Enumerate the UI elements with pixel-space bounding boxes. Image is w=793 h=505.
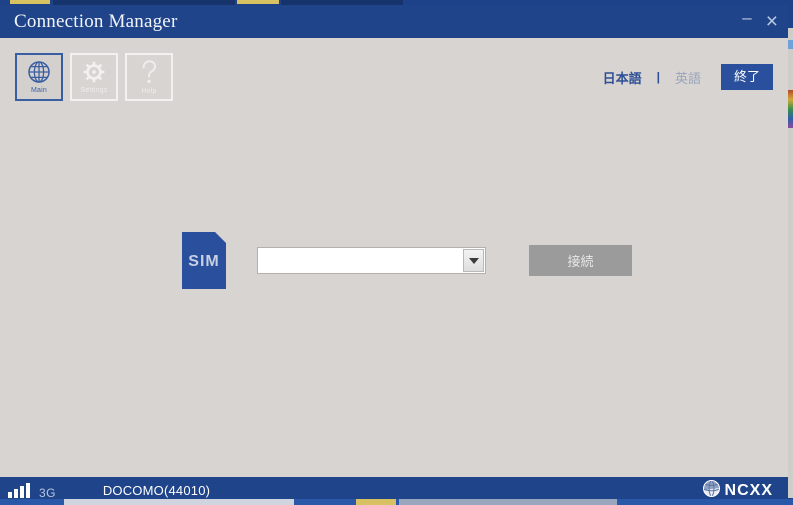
background-right-marker-2	[788, 90, 793, 128]
connection-manager-window: Connection Manager – × Main Settings Hel…	[0, 5, 788, 499]
background-right-marker-1	[788, 40, 793, 49]
language-selector: 日本語 | 英語 終了	[597, 64, 773, 90]
toolbar-icon-group: Main Settings Help	[15, 53, 173, 101]
exit-button[interactable]: 終了	[720, 64, 773, 90]
signal-strength-icon	[8, 483, 30, 498]
background-bottom-item-a	[64, 499, 294, 505]
brand-name-label: NCXX	[724, 481, 773, 499]
background-taskbar-item-a	[10, 0, 50, 4]
toolbar-button-settings[interactable]: Settings	[70, 53, 118, 101]
profile-select-wrapper	[257, 247, 486, 274]
connect-button[interactable]: 接続	[529, 245, 632, 276]
language-option-japanese[interactable]: 日本語	[597, 66, 648, 89]
profile-select[interactable]	[257, 247, 486, 274]
toolbar: Main Settings Help 日本語 | 英語 終了	[0, 38, 788, 159]
toolbar-button-help[interactable]: Help	[125, 53, 173, 101]
sim-card-icon: SIM	[182, 232, 226, 289]
gear-icon	[81, 60, 107, 86]
window-title: Connection Manager	[14, 10, 178, 32]
toolbar-button-help-label: Help	[141, 87, 157, 95]
carrier-label: DOCOMO(44010)	[102, 483, 211, 498]
background-bottom-item-c	[399, 499, 617, 505]
window-controls: – ×	[742, 5, 778, 38]
connection-row: SIM 接続	[182, 232, 632, 289]
toolbar-button-main[interactable]: Main	[15, 53, 63, 101]
sim-card-label: SIM	[188, 252, 220, 270]
main-content: SIM 接続	[0, 129, 788, 477]
brand-logo: NCXX	[702, 479, 773, 500]
background-taskbar-item-c	[237, 0, 279, 4]
title-bar[interactable]: Connection Manager – ×	[0, 5, 788, 38]
minimize-button[interactable]: –	[742, 9, 751, 26]
status-bar: 3G DOCOMO(44010) NCXX	[0, 477, 788, 499]
network-type-label: 3G	[39, 485, 56, 500]
question-icon	[136, 59, 162, 87]
toolbar-button-settings-label: Settings	[80, 86, 108, 94]
toolbar-button-main-label: Main	[31, 86, 47, 94]
globe-icon	[26, 60, 52, 86]
ncxx-sphere-icon	[702, 479, 720, 500]
close-button[interactable]: ×	[766, 11, 778, 32]
chevron-down-icon[interactable]	[463, 249, 484, 272]
language-separator: |	[656, 70, 660, 84]
background-bottom-item-b	[356, 499, 396, 505]
language-option-english[interactable]: 英語	[669, 66, 707, 89]
